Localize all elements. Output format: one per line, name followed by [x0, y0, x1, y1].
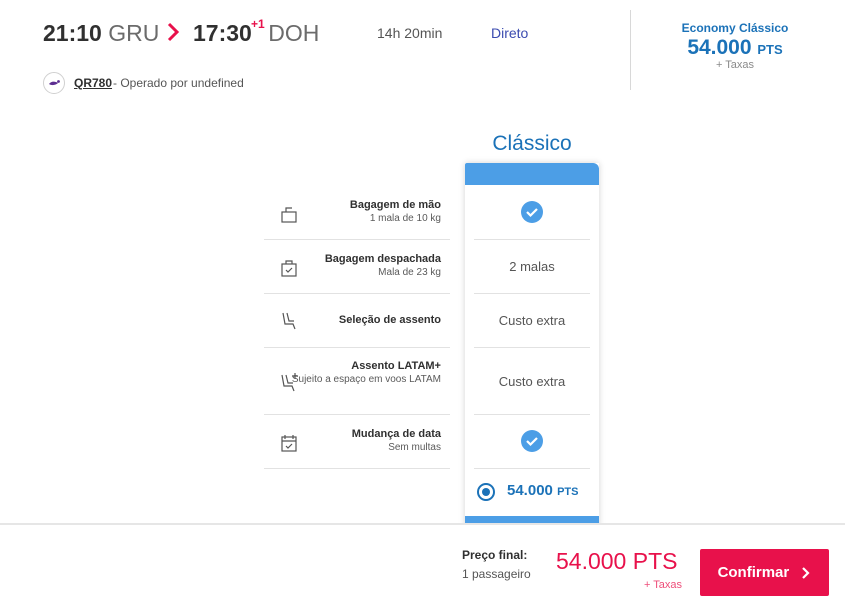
departure: 21:10 GRU	[43, 20, 159, 47]
fare-taxes: + Taxas	[715, 59, 755, 71]
fare-cabin-label: Economy Clássico	[681, 21, 789, 35]
final-price-taxes: + Taxas	[643, 579, 682, 591]
feature-name: Bagagem despachada	[324, 253, 441, 265]
feature-row-carry-on: Bagagem de mão 1 mala de 10 kg	[264, 186, 450, 240]
value-row-date-change	[474, 415, 590, 469]
value-row-latam-plus: Custo extra	[474, 348, 590, 415]
value-row-seat-selection: Custo extra	[474, 294, 590, 348]
arrival-time: 17:30	[193, 20, 252, 46]
final-price-label: Preço final:	[462, 548, 528, 562]
feature-sub: Mala de 23 kg	[378, 267, 441, 278]
chevron-right-icon	[802, 566, 810, 579]
feature-row-seat-selection: Seleção de assento	[264, 294, 450, 348]
feature-row-date-change: Mudança de data Sem multas	[264, 415, 450, 469]
feature-sub: Sujeito a espaço em voos LATAM	[291, 374, 441, 385]
feature-name: Seleção de assento	[338, 314, 441, 326]
feature-row-checked-bag: Bagagem despachada Mala de 23 kg	[264, 240, 450, 294]
passenger-count: 1 passageiro	[462, 567, 531, 581]
departure-airport: GRU	[108, 20, 160, 46]
value-row-carry-on	[474, 186, 590, 240]
feature-value: 2 malas	[509, 259, 555, 274]
arrival-day-offset: +1	[251, 17, 265, 31]
airline-logo-icon	[43, 72, 65, 94]
header-divider	[630, 10, 631, 90]
confirm-button[interactable]: Confirmar	[700, 549, 829, 596]
brand-card-top-bar	[465, 163, 599, 185]
feature-value: Custo extra	[498, 374, 566, 389]
brand-select-radio[interactable]	[477, 483, 495, 501]
flight-duration: 14h 20min	[377, 25, 443, 41]
brand-selected-points: 54.000 PTS	[507, 482, 578, 499]
flight-number-link[interactable]: QR780	[74, 76, 112, 90]
brand-points-unit: PTS	[557, 486, 579, 498]
confirm-button-label: Confirmar	[717, 564, 790, 582]
check-icon	[521, 430, 543, 452]
feature-row-latam-plus: Assento LATAM+ Sujeito a espaço em voos …	[264, 348, 450, 415]
feature-name: Mudança de data	[351, 428, 441, 440]
value-row-checked-bag: 2 malas	[474, 240, 590, 294]
departure-time: 21:10	[43, 20, 102, 46]
fare-points-unit: PTS	[757, 42, 783, 57]
flight-summary-header: 21:10 GRU 17:30 DOH +1 14h 20min Direto …	[0, 0, 845, 110]
feature-sub: Sem multas	[388, 442, 441, 453]
flight-stops: Direto	[491, 25, 529, 41]
feature-name: Assento LATAM+	[351, 360, 441, 372]
brand-title: Clássico	[492, 132, 572, 155]
brand-points-value: 54.000	[507, 482, 553, 499]
final-price-total: 54.000 PTS	[556, 548, 678, 574]
fare-points: 54.000 PTS	[650, 36, 820, 60]
arrival-airport: DOH	[268, 20, 320, 46]
feature-value: Custo extra	[498, 313, 566, 328]
feature-sub: 1 mala de 10 kg	[369, 213, 441, 224]
check-icon	[521, 201, 543, 223]
chevron-right-icon	[167, 22, 180, 42]
operated-by-text: - Operado por undefined	[113, 76, 244, 90]
fare-points-value: 54.000	[687, 36, 752, 59]
feature-name: Bagagem de mão	[349, 199, 441, 211]
